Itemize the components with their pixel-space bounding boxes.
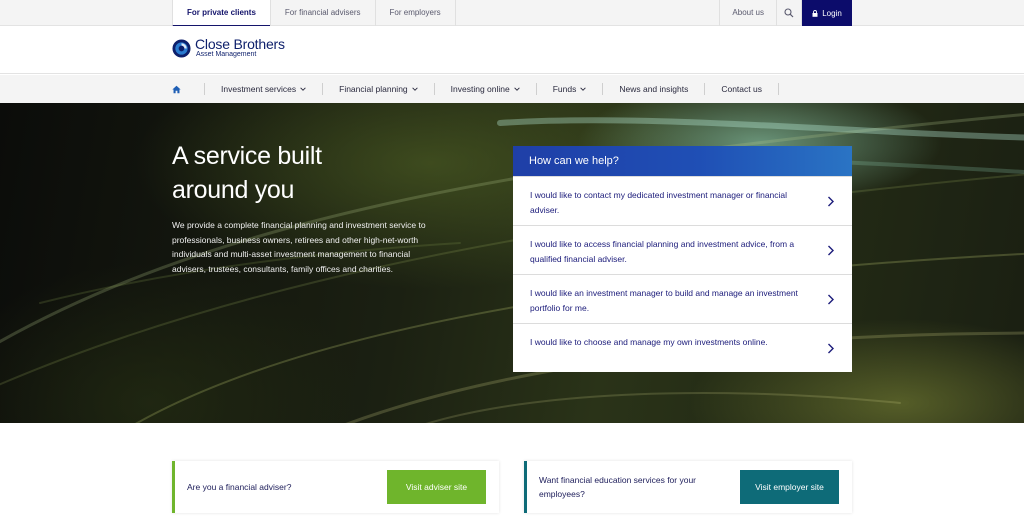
chevron-right-icon: [828, 245, 834, 256]
hero-banner: A service built around you We provide a …: [0, 103, 1024, 423]
help-option-label: I would like to contact my dedicated inv…: [530, 190, 788, 215]
help-panel: How can we help? I would like to contact…: [513, 146, 852, 372]
visit-employer-site-button[interactable]: Visit employer site: [740, 470, 839, 504]
adviser-card-text: Are you a financial adviser?: [187, 482, 292, 492]
hero-title-line2: around you: [172, 176, 295, 204]
hero-title: A service built around you: [172, 139, 432, 207]
nav-news-insights[interactable]: News and insights: [603, 83, 706, 95]
help-option-managed-portfolio[interactable]: I would like an investment manager to bu…: [513, 274, 852, 323]
help-option-contact-manager[interactable]: I would like to contact my dedicated inv…: [513, 176, 852, 225]
help-panel-heading: How can we help?: [513, 146, 852, 176]
hero-title-line1: A service built: [172, 142, 322, 170]
cta-section: Are you a financial adviser? Visit advis…: [0, 423, 1024, 525]
employer-card: Want financial education services for yo…: [524, 461, 852, 513]
nav-investment-services[interactable]: Investment services: [204, 83, 324, 95]
main-nav: Investment services Financial planning I…: [0, 75, 1024, 103]
logo-text: Close Brothers Asset Management: [195, 37, 285, 59]
utility-links: About us Login: [719, 0, 852, 26]
nav-contact-us[interactable]: Contact us: [705, 83, 779, 95]
logo[interactable]: Close Brothers Asset Management: [172, 37, 285, 59]
chevron-down-icon: [411, 87, 418, 91]
nav-label: Contact us: [721, 84, 762, 94]
hero-background-image: [0, 113, 1024, 423]
login-button[interactable]: Login: [802, 0, 852, 26]
help-option-label: I would like to access financial plannin…: [530, 239, 795, 264]
main-nav-items: Investment services Financial planning I…: [172, 75, 779, 103]
logo-subtitle: Asset Management: [196, 51, 257, 58]
adviser-card: Are you a financial adviser? Visit advis…: [172, 461, 499, 513]
visit-adviser-site-button[interactable]: Visit adviser site: [387, 470, 486, 504]
home-icon: [172, 85, 181, 93]
tab-employers[interactable]: For employers: [374, 0, 456, 26]
nav-funds[interactable]: Funds: [537, 83, 604, 95]
search-icon: [784, 8, 794, 18]
tab-financial-advisers[interactable]: For financial advisers: [269, 0, 375, 26]
logo-mark-icon: [172, 38, 191, 58]
help-option-financial-advice[interactable]: I would like to access financial plannin…: [513, 225, 852, 274]
chevron-right-icon: [828, 294, 834, 305]
chevron-down-icon: [300, 87, 306, 91]
help-option-label: I would like an investment manager to bu…: [530, 288, 798, 313]
nav-investing-online[interactable]: Investing online: [435, 83, 537, 95]
header: Close Brothers Asset Management: [0, 26, 1024, 74]
chevron-down-icon: [514, 87, 520, 91]
nav-label: Financial planning: [339, 84, 408, 94]
nav-label: News and insights: [619, 84, 689, 94]
nav-financial-planning[interactable]: Financial planning: [323, 83, 435, 95]
hero-description: We provide a complete financial planning…: [172, 220, 426, 274]
nav-label: Funds: [552, 84, 577, 94]
chevron-right-icon: [828, 343, 834, 354]
logo-name: Close Brothers: [195, 36, 285, 52]
audience-bar: For private clients For financial advise…: [0, 0, 1024, 27]
chevron-right-icon: [828, 196, 834, 207]
nav-home[interactable]: [172, 75, 184, 103]
help-option-label: I would like to choose and manage my own…: [530, 337, 768, 347]
chevron-down-icon: [580, 87, 587, 91]
login-label: Login: [822, 8, 842, 18]
lock-icon: [812, 9, 818, 17]
search-button[interactable]: [776, 0, 802, 26]
help-option-invest-online[interactable]: I would like to choose and manage my own…: [513, 323, 852, 372]
tab-private-clients[interactable]: For private clients: [172, 0, 270, 27]
nav-label: Investment services: [221, 84, 297, 94]
audience-tabs: For private clients For financial advise…: [172, 0, 456, 27]
nav-label: Investing online: [450, 84, 510, 94]
about-us-link[interactable]: About us: [719, 0, 776, 26]
employer-card-text: Want financial education services for yo…: [539, 475, 697, 499]
